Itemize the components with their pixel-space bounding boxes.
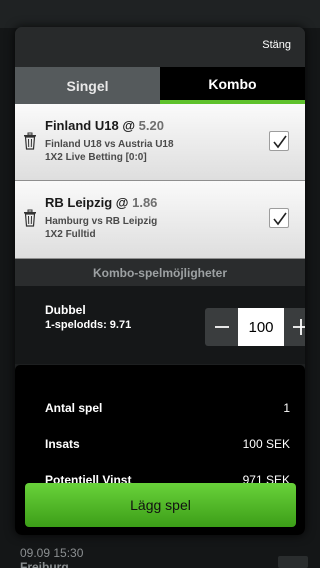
summary-label: Antal spel bbox=[45, 401, 103, 415]
tab-singel[interactable]: Singel bbox=[15, 67, 160, 104]
combo-section-title: Kombo-spelmöjligheter bbox=[15, 259, 305, 286]
bet-at-sign: @ bbox=[115, 195, 129, 210]
decrease-stake-button[interactable] bbox=[205, 308, 238, 346]
bet-market: 1X2 Live Betting [0:0] bbox=[45, 152, 147, 163]
bet-type-tabs: Singel Kombo bbox=[15, 67, 305, 104]
bet-selection: RB Leipzig @ 1.86 bbox=[45, 195, 157, 210]
summary-row: Antal spel 1 bbox=[45, 401, 290, 421]
summary-row: Insats 100 SEK bbox=[45, 437, 290, 457]
tab-kombo[interactable]: Kombo bbox=[160, 67, 305, 104]
summary-value: 100 SEK bbox=[242, 437, 290, 451]
bet-row: RB Leipzig @ 1.86 Hamburg vs RB Leipzig … bbox=[15, 181, 305, 259]
bet-market: 1X2 Fulltid bbox=[45, 229, 96, 240]
background-odds-chip bbox=[278, 556, 308, 568]
combo-odds-label: 1-spelodds: bbox=[45, 319, 107, 331]
stake-stepper: 100 bbox=[205, 308, 305, 346]
background-event-date: 09.09 15:30 bbox=[20, 546, 84, 560]
background-event-team: Freiburg bbox=[20, 560, 69, 568]
increase-stake-button[interactable] bbox=[284, 308, 305, 346]
combo-odds: 1-spelodds: 9.71 bbox=[45, 319, 131, 331]
bet-selection: Finland U18 @ 5.20 bbox=[45, 118, 164, 133]
combo-option: Dubbel 1-spelodds: 9.71 100 bbox=[15, 286, 305, 364]
minus-icon bbox=[214, 326, 229, 328]
checkmark-icon bbox=[273, 212, 287, 226]
place-bet-button[interactable]: Lägg spel bbox=[25, 483, 296, 527]
combo-odds-value: 9.71 bbox=[109, 319, 132, 331]
plus-icon bbox=[292, 319, 305, 335]
trash-icon[interactable] bbox=[23, 132, 37, 150]
trash-icon[interactable] bbox=[23, 209, 37, 227]
sheet-header: Stäng bbox=[15, 27, 305, 67]
bet-team: RB Leipzig bbox=[45, 195, 113, 210]
bet-match: Hamburg vs RB Leipzig bbox=[45, 216, 158, 227]
close-button[interactable]: Stäng bbox=[262, 39, 291, 51]
bet-team: Finland U18 bbox=[45, 118, 119, 133]
bet-row: Finland U18 @ 5.20 Finland U18 vs Austri… bbox=[15, 104, 305, 181]
bet-match: Finland U18 vs Austria U18 bbox=[45, 139, 174, 150]
bet-at-sign: @ bbox=[122, 118, 135, 133]
combo-name: Dubbel bbox=[45, 303, 86, 317]
stake-input[interactable]: 100 bbox=[238, 308, 284, 346]
summary-value: 1 bbox=[283, 401, 290, 415]
bet-checkbox[interactable] bbox=[269, 208, 289, 228]
background-topbar bbox=[0, 0, 320, 28]
bet-checkbox[interactable] bbox=[269, 131, 289, 151]
summary-label: Insats bbox=[45, 437, 80, 451]
bet-odds: 5.20 bbox=[138, 118, 164, 133]
bet-slip-sheet: Stäng Singel Kombo Finland U18 @ 5.20 Fi… bbox=[15, 27, 305, 535]
checkmark-icon bbox=[273, 135, 287, 149]
bet-odds: 1.86 bbox=[132, 195, 158, 210]
